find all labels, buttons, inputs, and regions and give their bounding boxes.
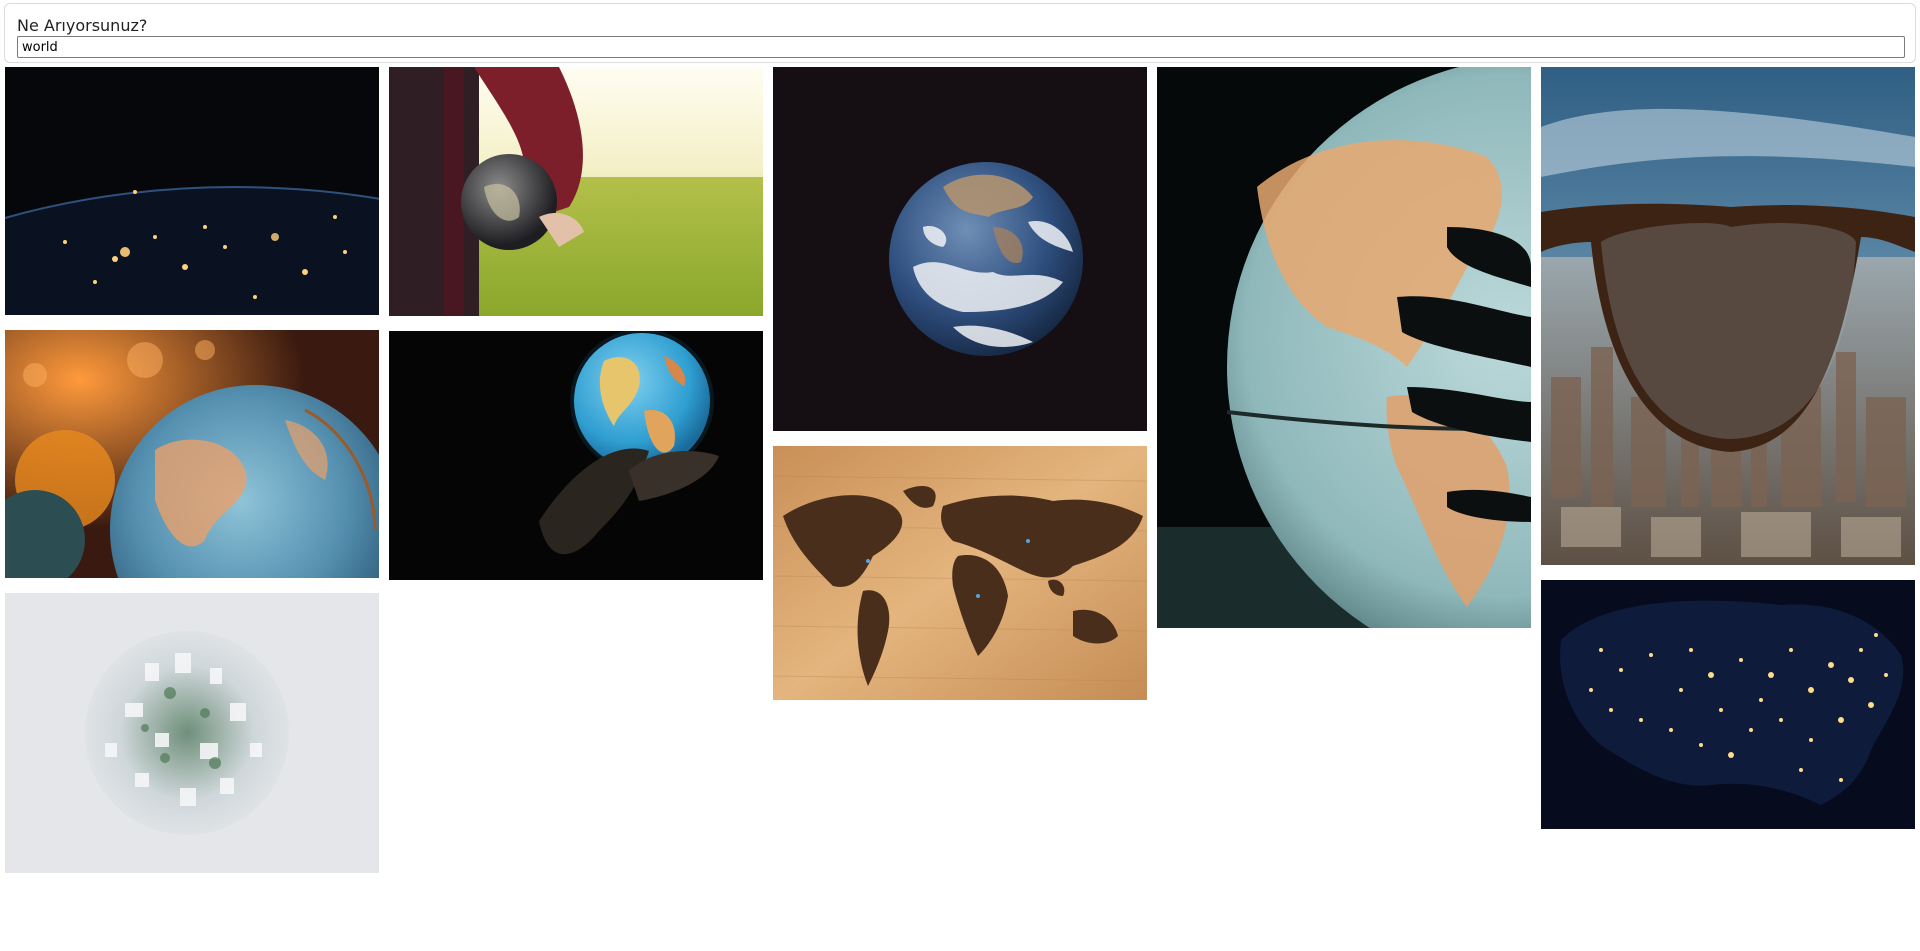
gallery-image[interactable] bbox=[5, 593, 379, 873]
gallery-image[interactable] bbox=[389, 67, 763, 316]
gallery-image[interactable] bbox=[1157, 67, 1531, 628]
search-label: Ne Arıyorsunuz? bbox=[17, 16, 148, 35]
gallery-image[interactable] bbox=[5, 330, 379, 578]
search-input[interactable] bbox=[17, 36, 1905, 58]
gallery-image[interactable] bbox=[389, 331, 763, 580]
gallery-image[interactable] bbox=[773, 67, 1147, 431]
search-panel: Ne Arıyorsunuz? bbox=[4, 3, 1916, 63]
gallery-image[interactable] bbox=[5, 67, 379, 315]
gallery-image[interactable] bbox=[1541, 67, 1915, 565]
gallery-image[interactable] bbox=[773, 446, 1147, 700]
gallery-image[interactable] bbox=[1541, 580, 1915, 829]
